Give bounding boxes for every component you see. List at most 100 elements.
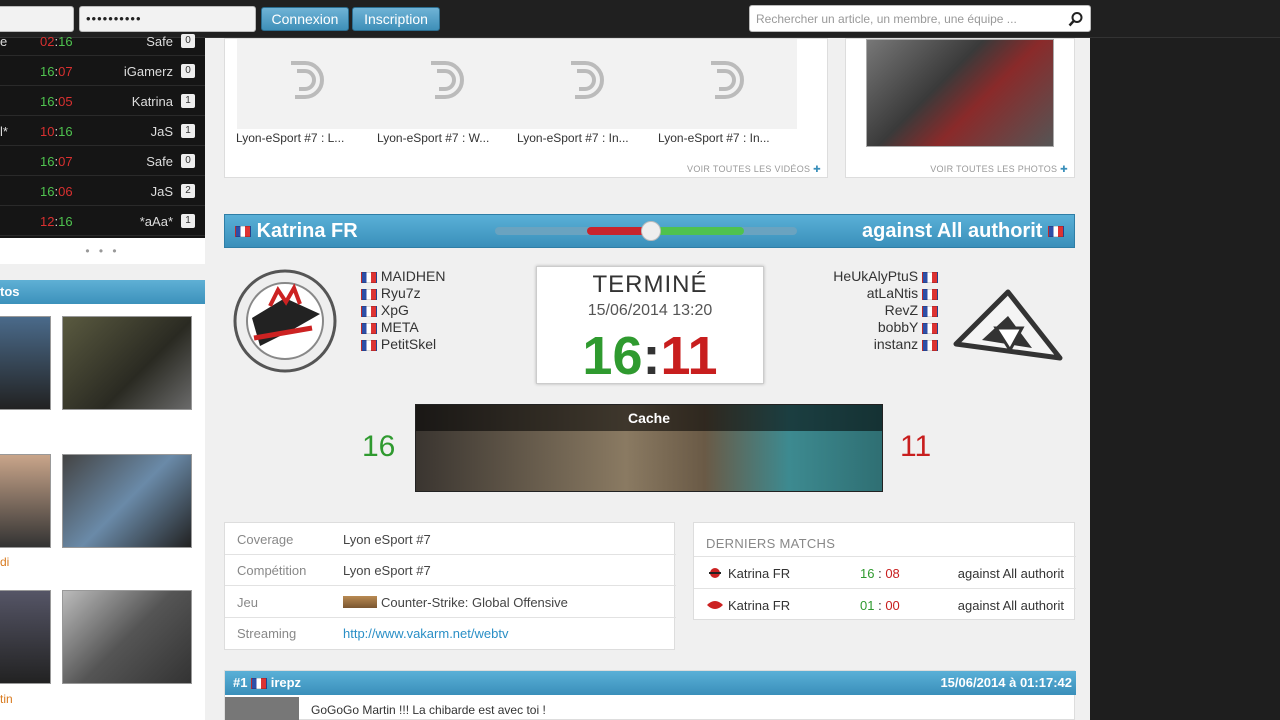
avatar[interactable] [225,697,299,720]
info-key: Coverage [237,532,294,547]
register-button[interactable]: Inscription [352,7,440,31]
player-row[interactable]: atLaNtis [780,285,938,302]
see-all-videos-link[interactable]: VOIR TOUTES LES VIDÉOS ✚ [687,164,821,175]
see-all-photos-link[interactable]: VOIR TOUTES LES PHOTOS ✚ [930,164,1068,175]
match-status: TERMINÉ [592,271,708,298]
row-team: iGamerz [123,64,173,79]
photo-thumbnail[interactable] [62,316,192,410]
france-flag-icon [361,322,377,334]
videos-panel: Lyon-eSport #7 : L... Lyon-eSport #7 : W… [224,38,828,178]
player-row[interactable]: instanz [780,336,938,353]
comment-count-badge: 0 [181,34,195,48]
map-banner[interactable]: Cache [415,404,883,492]
team-b-logo[interactable] [952,288,1064,364]
team-a-small-logo-icon [707,601,723,609]
team-b-title[interactable]: against All authorit [862,220,1064,243]
info-key: Streaming [237,626,297,641]
info-value: Lyon eSport #7 [343,532,431,547]
video-placeholder-icon [431,61,464,99]
odds-slider-handle[interactable] [641,221,661,241]
match-list-row[interactable]: 12:16 *aAa* 1 [0,206,205,236]
featured-photo[interactable] [866,39,1054,147]
photo-thumbnail[interactable] [62,454,192,548]
comment-count-badge: 0 [181,64,195,78]
player-row[interactable]: PetitSkel [361,336,445,353]
video-thumbnail[interactable] [517,39,657,129]
video-title[interactable]: Lyon-eSport #7 : W... [377,131,489,145]
map-score-team-a: 16 [362,430,396,463]
match-list-row[interactable]: 16:07 iGamerz 0 [0,56,205,86]
video-thumbnail[interactable] [377,39,517,129]
video-title[interactable]: Lyon-eSport #7 : L... [236,131,344,145]
comment: #1 irepz 15/06/2014 à 01:17:42 GoGoGo Ma… [224,670,1076,720]
info-value: Lyon eSport #7 [343,563,431,578]
last-match-row[interactable]: Katrina FR 01 : 00 against All authorit [694,588,1076,620]
login-button[interactable]: Connexion [261,7,349,31]
search-placeholder: Rechercher un article, un membre, une éq… [756,12,1017,26]
player-row[interactable]: Ryu7z [361,285,445,302]
france-flag-icon [1048,226,1064,238]
match-date: 15/06/2014 13:20 [587,302,713,319]
row-score: 16:07 [40,64,73,79]
photo-thumbnail[interactable] [0,590,51,684]
row-score: 02:16 [40,34,73,49]
more-matches-button[interactable]: • • • [0,238,205,264]
comment-count-badge: 0 [181,154,195,168]
final-score: 16:11 [582,326,718,386]
photo-thumbnail[interactable] [62,590,192,684]
photo-caption[interactable]: tin [0,692,13,706]
match-list-row[interactable]: 16:06 JaS 2 [0,176,205,206]
streaming-link[interactable]: http://www.vakarm.net/webtv [343,626,508,641]
france-flag-icon [922,322,938,334]
photo-caption[interactable]: di [0,555,9,569]
map-score-team-b: 11 [900,430,932,463]
france-flag-icon [922,339,938,351]
photo-thumbnail[interactable] [0,316,51,410]
france-flag-icon [361,271,377,283]
comment-count-badge: 1 [181,94,195,108]
comment-count-badge: 2 [181,184,195,198]
player-row[interactable]: MAIDHEN [361,268,445,285]
video-thumbnail[interactable] [657,39,797,129]
match-list-row[interactable]: e 02:16 Safe 0 [0,26,205,56]
comment-date: 15/06/2014 à 01:17:42 [940,675,1072,690]
player-row[interactable]: RevZ [780,302,938,319]
info-row: Coverage Lyon eSport #7 [225,523,676,555]
map-name: Cache [416,405,882,431]
player-row[interactable]: XpG [361,302,445,319]
match-list-row[interactable]: 16:05 Katrina 1 [0,86,205,116]
video-placeholder-icon [291,61,324,99]
row-score: 12:16 [40,214,73,229]
team-a-roster: MAIDHEN Ryu7z XpG META PetitSkel [361,268,445,353]
comment-author[interactable]: irepz [271,675,301,690]
player-row[interactable]: META [361,319,445,336]
search-icon[interactable] [1068,11,1084,27]
match-list-row[interactable]: 16:07 Safe 0 [0,146,205,176]
row-score: 10:16 [40,124,73,139]
match-list-row[interactable]: l* 10:16 JaS 1 [0,116,205,146]
video-title[interactable]: Lyon-eSport #7 : In... [658,131,770,145]
photos-panel: tos di tin [0,280,205,720]
video-thumbnail[interactable] [237,39,377,129]
info-value: Counter-Strike: Global Offensive [343,595,568,610]
odds-slider[interactable] [495,221,797,241]
player-row[interactable]: bobbY [780,319,938,336]
last-match-row[interactable]: Katrina FR 16 : 08 against All authorit [694,556,1076,588]
video-placeholder-icon [711,61,744,99]
video-placeholder-icon [571,61,604,99]
row-team: Safe [146,154,173,169]
video-title[interactable]: Lyon-eSport #7 : In... [517,131,629,145]
info-row: Compétition Lyon eSport #7 [225,554,676,586]
photo-thumbnail[interactable] [0,454,51,548]
photos-box: VOIR TOUTES LES PHOTOS ✚ [845,38,1075,178]
row-prefix: l* [0,124,8,139]
info-row: Jeu Counter-Strike: Global Offensive [225,586,676,618]
row-team: JaS [150,124,173,139]
search-input[interactable]: Rechercher un article, un membre, une éq… [749,5,1091,32]
france-flag-icon [922,271,938,283]
match-header: Katrina FR against All authorit [224,214,1075,248]
player-row[interactable]: HeUkAlyPtuS [780,268,938,285]
team-a-title[interactable]: Katrina FR [235,220,358,243]
row-score: 16:07 [40,154,73,169]
team-a-logo[interactable] [232,268,338,374]
